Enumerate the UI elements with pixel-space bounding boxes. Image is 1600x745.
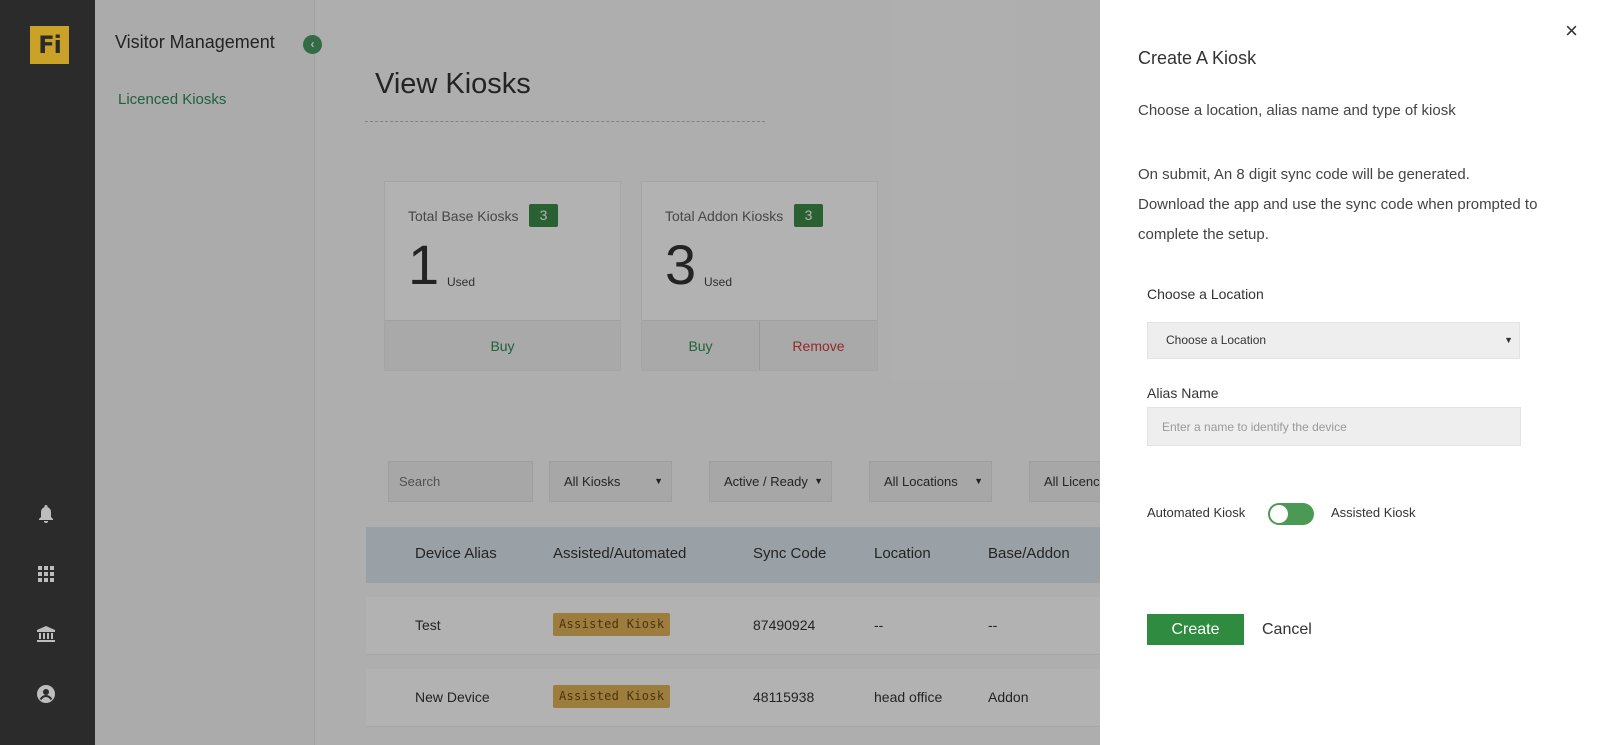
drawer-subtitle: Choose a location, alias name and type o… [1138,102,1456,119]
app-logo[interactable]: Fi [30,26,69,64]
alias-name-input[interactable] [1147,407,1521,446]
cancel-button[interactable]: Cancel [1262,614,1312,645]
create-button[interactable]: Create [1147,614,1244,645]
kiosk-type-toggle[interactable] [1268,503,1314,525]
bell-icon[interactable] [36,504,56,524]
building-icon[interactable] [36,624,56,644]
create-kiosk-drawer: × Create A Kiosk Choose a location, alia… [1100,0,1600,745]
location-label: Choose a Location [1147,286,1264,302]
automated-kiosk-label: Automated Kiosk [1147,505,1246,520]
info-line: Download the app and use the sync code w… [1138,196,1538,243]
alias-label: Alias Name [1147,385,1219,401]
drawer-title: Create A Kiosk [1138,48,1257,68]
account-icon[interactable] [36,684,56,704]
location-select[interactable]: Choose a Location ▼ [1147,322,1520,359]
caret-down-icon: ▼ [1504,335,1513,345]
drawer-info: On submit, An 8 digit sync code will be … [1138,160,1558,250]
info-line: On submit, An 8 digit sync code will be … [1138,166,1470,183]
modal-backdrop[interactable] [95,0,1100,745]
apps-grid-icon[interactable] [36,564,56,584]
assisted-kiosk-label: Assisted Kiosk [1331,505,1416,520]
nav-rail: Fi [0,0,95,745]
toggle-knob [1270,505,1288,523]
close-icon[interactable]: × [1565,18,1578,44]
select-value: Choose a Location [1166,333,1267,347]
